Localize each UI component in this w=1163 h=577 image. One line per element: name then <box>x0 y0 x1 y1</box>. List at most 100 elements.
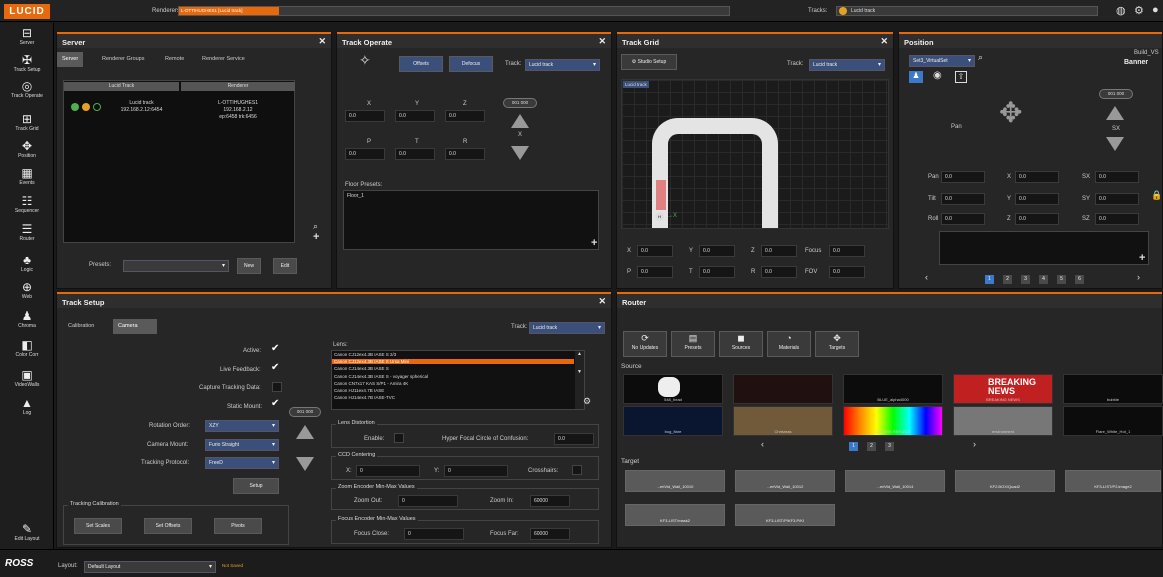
x-field[interactable]: 0.0 <box>1015 171 1059 183</box>
pan-arrows-icon[interactable]: ✥ <box>999 96 1022 129</box>
defocus-button[interactable]: Defocus <box>449 56 493 72</box>
offsets-button[interactable]: Offsets <box>399 56 443 72</box>
z-field[interactable]: 0.0 <box>761 245 797 257</box>
sy-field[interactable]: 0.0 <box>1095 193 1139 205</box>
live-feedback-checkbox[interactable]: ✔ <box>271 362 279 373</box>
sidebar-item-track-setup[interactable]: ✠ Track Setup <box>0 54 54 74</box>
page-5[interactable]: 5 <box>1057 275 1066 284</box>
z-field[interactable]: 0.0 <box>1015 213 1059 225</box>
position-presets-list[interactable] <box>939 231 1149 265</box>
chevron-left-icon[interactable]: ‹ <box>925 272 928 282</box>
source-thumb[interactable]: BLUE_alpha4000 <box>843 374 943 404</box>
sidebar-item-position[interactable]: ✥ Position <box>0 140 54 160</box>
no-updates-button[interactable]: ⟳ No Updates <box>623 331 667 357</box>
sx-field[interactable]: 0.0 <box>1095 171 1139 183</box>
sidebar-item-color-corr[interactable]: ◧ Color Corr <box>0 339 54 359</box>
static-mount-checkbox[interactable]: ✔ <box>271 398 279 409</box>
zoom-out-field[interactable]: 0 <box>398 495 458 507</box>
capture-checkbox[interactable] <box>272 382 282 392</box>
up-arrow-icon[interactable] <box>511 114 529 128</box>
list-item[interactable]: Canon CJ14ex4.3B IASE S - voyager spheri… <box>334 374 428 379</box>
sidebar-item-server[interactable]: ⊟ Server <box>0 27 54 47</box>
page-3[interactable]: 3 <box>1021 275 1030 284</box>
sidebar-item-track-operate[interactable]: ◎ Track Operate <box>0 80 54 100</box>
focus-close-field[interactable]: 0 <box>404 528 464 540</box>
gear-icon[interactable]: ⚙ <box>583 396 591 407</box>
chevron-right-icon[interactable]: › <box>1137 272 1140 282</box>
scale-up-icon[interactable] <box>1106 106 1124 120</box>
presets-select[interactable] <box>123 260 229 272</box>
lens-list[interactable]: Canon CJ12ex4.3B IASE S 2/3 Canon CJ12ex… <box>331 350 585 410</box>
layout-select[interactable]: Default Layout <box>84 561 216 573</box>
focus-field[interactable]: 0.0 <box>829 245 865 257</box>
r-field[interactable]: 0.0 <box>445 148 485 160</box>
page-6[interactable]: 6 <box>1075 275 1084 284</box>
page-3[interactable]: 3 <box>885 442 894 451</box>
hyper-focal-field[interactable]: 0.0 <box>554 433 594 445</box>
y-field[interactable]: 0.0 <box>1015 193 1059 205</box>
targets-button[interactable]: ✥ Targets <box>815 331 859 357</box>
camera-mount-select[interactable]: Furio Straight <box>205 439 279 451</box>
page-4[interactable]: 4 <box>1039 275 1048 284</box>
chevron-right-icon[interactable]: › <box>973 439 976 449</box>
sidebar-item-videowalls[interactable]: ▣ VideoWalls <box>0 369 54 389</box>
renderer-chip[interactable]: L-OTTIHUGHES1 [Lucid track] <box>179 7 279 15</box>
add-icon[interactable]: + <box>591 237 597 249</box>
enable-checkbox[interactable] <box>394 433 404 443</box>
new-button[interactable]: New <box>237 258 261 274</box>
sidebar-item-sequencer[interactable]: ☷ Sequencer <box>0 195 54 215</box>
tilt-field[interactable]: 0.0 <box>941 193 985 205</box>
tab-server[interactable]: Server <box>57 52 84 67</box>
tracks-bar[interactable]: Lucid track <box>836 6 1098 16</box>
x-field[interactable]: 0.0 <box>345 110 385 122</box>
source-thumb[interactable]: COLORS REFLECT <box>843 406 943 436</box>
roll-field[interactable]: 0.0 <box>941 213 985 225</box>
page-1[interactable]: 1 <box>849 442 858 451</box>
joystick-icon[interactable]: ✧ <box>359 52 371 69</box>
y-field[interactable]: 0.0 <box>395 110 435 122</box>
setup-button[interactable]: Setup <box>233 478 279 494</box>
page-2[interactable]: 2 <box>1003 275 1012 284</box>
pivots-button[interactable]: Pivots <box>214 518 262 534</box>
active-checkbox[interactable]: ✔ <box>271 343 279 354</box>
list-item[interactable]: Canon HJ14ex4.7B IASE-TVC <box>334 395 395 400</box>
source-thumb[interactable]: bug_flare <box>623 406 723 436</box>
tab-renderer-service[interactable]: Renderer Service <box>197 52 250 67</box>
set-scales-button[interactable]: Set Scales <box>74 518 122 534</box>
track-select[interactable]: Lucid track <box>525 59 600 71</box>
sidebar-item-log[interactable]: ▲ Log <box>0 397 54 417</box>
source-thumb[interactable]: environment <box>953 406 1053 436</box>
down-arrow-icon[interactable] <box>296 457 314 471</box>
pan-field[interactable]: 0.0 <box>941 171 985 183</box>
scale-down-icon[interactable] <box>1106 137 1124 151</box>
tracking-protocol-select[interactable]: FreeD <box>205 457 279 469</box>
source-thumb[interactable]: Chrismas <box>733 406 833 436</box>
search-icon[interactable]: ⌕ <box>978 52 983 63</box>
add-icon[interactable]: + <box>1139 252 1145 264</box>
floor-presets-list[interactable]: Floor_1 <box>343 190 599 250</box>
page-1[interactable]: 1 <box>985 275 994 284</box>
close-icon[interactable]: ✕ <box>318 36 326 47</box>
y-field[interactable]: 0.0 <box>699 245 735 257</box>
target-thumb[interactable]: KF3-LIST/P2.image2 <box>1065 470 1161 492</box>
speed-pill[interactable]: 001 000 <box>503 98 537 108</box>
target-thumb[interactable]: KF3-LIST/P/KF3.P/KI <box>735 504 835 526</box>
list-item[interactable]: Canon CJ12ex4.3B IASE S 2/3 <box>334 352 396 357</box>
gear-icon[interactable]: ⚙ <box>1134 4 1144 17</box>
studio-setup-button[interactable]: ⚙ Studio Setup <box>621 54 677 70</box>
sidebar-item-events[interactable]: ▦ Events <box>0 167 54 187</box>
p-field[interactable]: 0.0 <box>637 266 673 278</box>
edit-layout-button[interactable]: ✎ Edit Layout <box>0 523 54 543</box>
list-item[interactable]: Canon CJ12ex4.3B IASE S Ursa Mini <box>332 359 574 364</box>
source-thumb[interactable] <box>733 374 833 404</box>
ccd-x-field[interactable]: 0 <box>356 465 420 477</box>
list-item[interactable]: Canon HJ11ex4.7B IASE <box>334 388 384 393</box>
people-icon[interactable]: ♟ <box>909 71 923 83</box>
materials-button[interactable]: ◔ Materials <box>767 331 811 357</box>
focus-far-field[interactable]: 60000 <box>530 528 570 540</box>
sidebar-item-logic[interactable]: ♣ Logic <box>0 254 54 274</box>
x-field[interactable]: 0.0 <box>637 245 673 257</box>
upload-icon[interactable]: ⇧ <box>955 71 967 83</box>
presets-button[interactable]: ▤ Presets <box>671 331 715 357</box>
edit-button[interactable]: Edit <box>273 258 297 274</box>
